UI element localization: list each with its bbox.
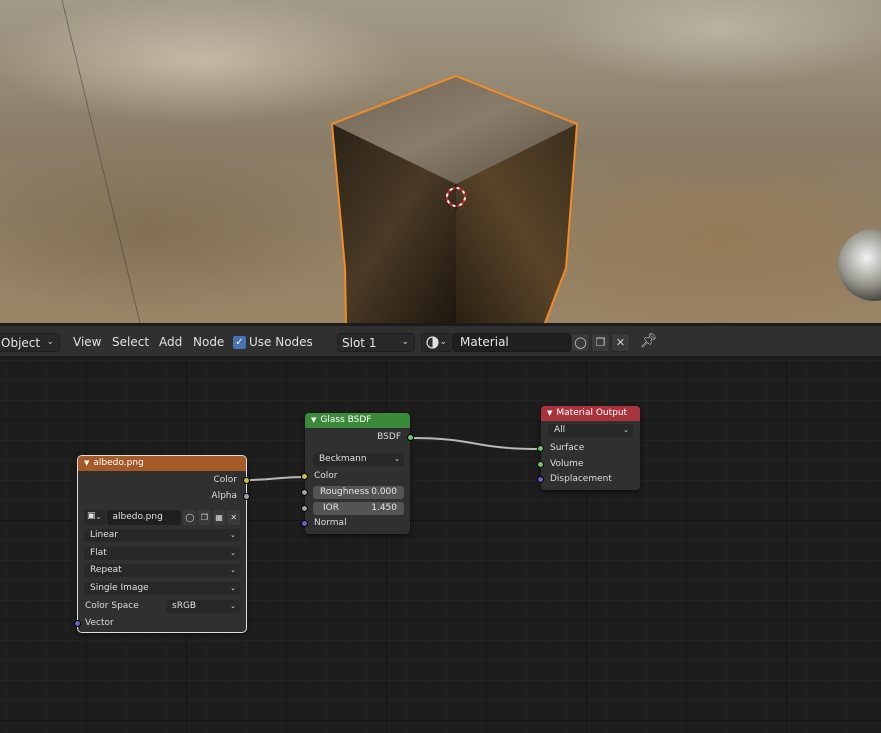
node-title: Glass BSDF	[320, 415, 372, 425]
node-editor-header: Object ⌄ View Select Add Node ✓ Use Node…	[0, 323, 881, 356]
roughness-value: 0.000	[371, 487, 397, 497]
glass-bsdf-node[interactable]: ▼ Glass BSDF BSDF Beckmann ⌄ Color Roughne…	[301, 413, 414, 534]
slot-label: Slot 1	[342, 335, 377, 350]
node-header[interactable]: ▼ Material Output	[541, 406, 640, 421]
distribution-value: Beckmann	[319, 454, 367, 464]
chevron-down-icon: ⌄	[623, 426, 629, 434]
slot-dropdown[interactable]: Slot 1 ⌄	[337, 333, 415, 352]
extension-dropdown[interactable]: Repeat ⌄	[84, 564, 240, 577]
material-name-field[interactable]: Material	[453, 333, 571, 352]
distribution-dropdown[interactable]: Beckmann ⌄	[313, 453, 404, 466]
input-vector-socket[interactable]	[74, 620, 81, 627]
output-color-label: Color	[213, 475, 238, 485]
use-nodes-label: Use Nodes	[249, 335, 313, 349]
image-browse-button[interactable]: ▣ ⌄	[84, 510, 106, 525]
chevron-down-icon: ⌄	[230, 566, 236, 574]
input-vector-label: Vector	[85, 618, 114, 628]
grid-line	[61, 0, 141, 323]
output-bsdf-socket[interactable]	[407, 434, 414, 441]
projection-dropdown[interactable]: Flat ⌄	[84, 547, 240, 560]
projection-value: Flat	[90, 548, 107, 558]
input-normal-label: Normal	[314, 518, 347, 528]
output-alpha-socket[interactable]	[243, 493, 250, 500]
collapse-triangle-icon[interactable]: ▼	[311, 416, 316, 424]
folder-icon[interactable]: ▦	[212, 510, 226, 525]
target-value: All	[554, 425, 566, 435]
interpolation-dropdown[interactable]: Linear ⌄	[84, 529, 240, 542]
image-icon: ▣	[87, 511, 96, 521]
node-editor-canvas[interactable]: ▼ albedo.png Color Alpha ▣ ⌄ albedo.png ◯ …	[0, 356, 881, 733]
image-selector-row: ▣ ⌄ albedo.png ◯ ❐ ▦ ✕	[84, 510, 241, 525]
interpolation-value: Linear	[90, 530, 118, 540]
ior-label: IOR	[323, 503, 339, 513]
input-color-socket[interactable]	[301, 473, 308, 480]
menu-select[interactable]: Select	[112, 335, 149, 349]
ior-value: 1.450	[371, 503, 397, 513]
chevron-down-icon: ⌄	[46, 337, 54, 347]
chevron-down-icon: ⌄	[230, 531, 236, 539]
chevron-down-icon: ⌄	[95, 513, 102, 521]
chevron-down-icon: ⌄	[230, 584, 236, 592]
input-ior-socket[interactable]	[301, 505, 308, 512]
extension-value: Repeat	[90, 565, 122, 575]
input-color-label: Color	[314, 471, 338, 481]
menu-node[interactable]: Node	[193, 335, 224, 349]
color-space-label: Color Space	[85, 601, 139, 611]
menu-add[interactable]: Add	[159, 335, 182, 349]
output-color-socket[interactable]	[243, 477, 250, 484]
close-icon[interactable]: ✕	[611, 333, 630, 352]
chevron-down-icon: ⌄	[230, 549, 236, 557]
color-space-value: sRGB	[172, 601, 197, 611]
object-mode-dropdown[interactable]: Object ⌄	[0, 333, 60, 352]
node-header[interactable]: ▼ Glass BSDF	[305, 413, 410, 428]
target-dropdown[interactable]: All ⌄	[548, 424, 633, 437]
material-output-node[interactable]: ▼ Material Output All ⌄ Surface Volume Dis…	[537, 406, 640, 490]
input-displacement-label: Displacement	[550, 474, 612, 484]
input-volume-socket[interactable]	[537, 461, 544, 468]
link-color	[246, 476, 306, 481]
menu-view[interactable]: View	[73, 335, 101, 349]
chevron-down-icon: ⌄	[439, 337, 447, 347]
source-dropdown[interactable]: Single Image ⌄	[84, 582, 240, 595]
node-title: albedo.png	[93, 458, 144, 468]
3d-viewport[interactable]	[0, 0, 881, 323]
chevron-down-icon: ⌄	[394, 455, 400, 463]
pin-icon[interactable]: 📌︎	[640, 333, 658, 349]
material-browse-button[interactable]: ⌄	[421, 333, 453, 352]
input-surface-socket[interactable]	[537, 445, 544, 452]
output-alpha-label: Alpha	[211, 491, 237, 501]
duplicate-icon[interactable]: ❐	[198, 510, 211, 525]
link-bsdf-surface	[409, 437, 542, 450]
input-normal-socket[interactable]	[301, 520, 308, 527]
image-texture-node[interactable]: ▼ albedo.png Color Alpha ▣ ⌄ albedo.png ◯ …	[74, 455, 250, 633]
collapse-triangle-icon[interactable]: ▼	[547, 409, 552, 417]
image-name-field[interactable]: albedo.png	[107, 510, 182, 525]
close-icon[interactable]: ✕	[227, 510, 241, 525]
duplicate-icon[interactable]: ❐	[591, 333, 610, 352]
node-header[interactable]: ▼ albedo.png	[78, 456, 246, 471]
object-mode-label: Object	[1, 335, 41, 350]
use-nodes-checkbox[interactable]: ✓	[233, 336, 246, 349]
chevron-down-icon: ⌄	[230, 602, 236, 610]
source-value: Single Image	[90, 583, 149, 593]
input-roughness-socket[interactable]	[301, 489, 308, 496]
input-surface-label: Surface	[550, 443, 585, 453]
input-displacement-socket[interactable]	[537, 476, 544, 483]
material-sphere-icon	[426, 336, 439, 349]
collapse-triangle-icon[interactable]: ▼	[84, 459, 89, 467]
output-bsdf-label: BSDF	[377, 432, 401, 442]
viewport-scene	[61, 0, 881, 323]
fake-user-shield-icon[interactable]: ◯	[571, 333, 590, 352]
hdri-preview-sphere	[838, 229, 881, 301]
roughness-field[interactable]: Roughness 0.000	[313, 486, 404, 499]
ior-field[interactable]: IOR 1.450	[313, 502, 404, 515]
input-volume-label: Volume	[550, 459, 584, 469]
chevron-down-icon: ⌄	[401, 337, 409, 347]
roughness-label: Roughness	[320, 487, 370, 497]
node-title: Material Output	[556, 408, 628, 418]
fake-user-shield-icon[interactable]: ◯	[183, 510, 197, 525]
color-space-dropdown[interactable]: sRGB ⌄	[166, 600, 240, 613]
